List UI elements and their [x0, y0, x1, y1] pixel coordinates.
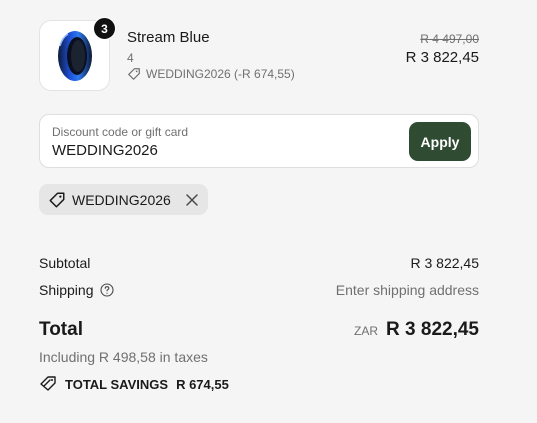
tag-icon [40, 376, 56, 391]
total-label: Total [39, 319, 83, 340]
discount-field-label: Discount code or gift card [52, 125, 189, 139]
subtotal-value: R 3 822,45 [410, 255, 480, 271]
subtotal-row: Subtotal R 3 822,45 [39, 255, 479, 271]
total-savings-amount: R 674,55 [176, 376, 229, 392]
shipping-label: Shipping [39, 282, 94, 298]
total-amount: R 3 822,45 [386, 319, 479, 340]
ring-product-image [57, 30, 92, 81]
shipping-row: Shipping Enter shipping address [39, 282, 479, 298]
shipping-value: Enter shipping address [335, 282, 479, 298]
help-icon[interactable] [99, 283, 114, 297]
total-savings-label: TOTAL SAVINGS [65, 376, 169, 392]
taxes-note: Including R 498,58 in taxes [39, 349, 208, 365]
original-price: R 4 497,00 [420, 32, 479, 46]
line-item-discount-text: WEDDING2026 (-R 674,55) [146, 67, 295, 81]
remove-discount-button[interactable] [185, 193, 199, 207]
discount-field-value[interactable]: WEDDING2026 [52, 142, 158, 159]
total-amount-group: ZAR R 3 822,45 [354, 319, 479, 341]
total-row: Total ZAR R 3 822,45 [39, 319, 479, 341]
tag-icon [49, 192, 65, 207]
discounted-price: R 3 822,45 [405, 49, 479, 66]
quantity-badge: 3 [93, 17, 116, 40]
discount-code-field[interactable]: Discount code or gift card WEDDING2026 A… [39, 114, 479, 168]
close-icon[interactable] [185, 193, 199, 207]
shipping-label-group: Shipping [39, 282, 114, 298]
product-name: Stream Blue [127, 29, 210, 46]
line-item-discount: WEDDING2026 (-R 674,55) [127, 67, 295, 81]
product-variant: 4 [127, 51, 134, 65]
subtotal-label: Subtotal [39, 255, 91, 271]
currency-code: ZAR [354, 324, 379, 338]
applied-discount-chip: WEDDING2026 [39, 184, 208, 215]
tag-icon [128, 68, 140, 80]
total-savings: TOTAL SAVINGS R 674,55 [39, 375, 229, 393]
apply-button[interactable]: Apply [409, 122, 471, 161]
applied-discount-code: WEDDING2026 [72, 191, 171, 208]
cart-line-item: 3 Stream Blue 4 WEDDING2026 (-R 674,55) … [39, 17, 479, 92]
